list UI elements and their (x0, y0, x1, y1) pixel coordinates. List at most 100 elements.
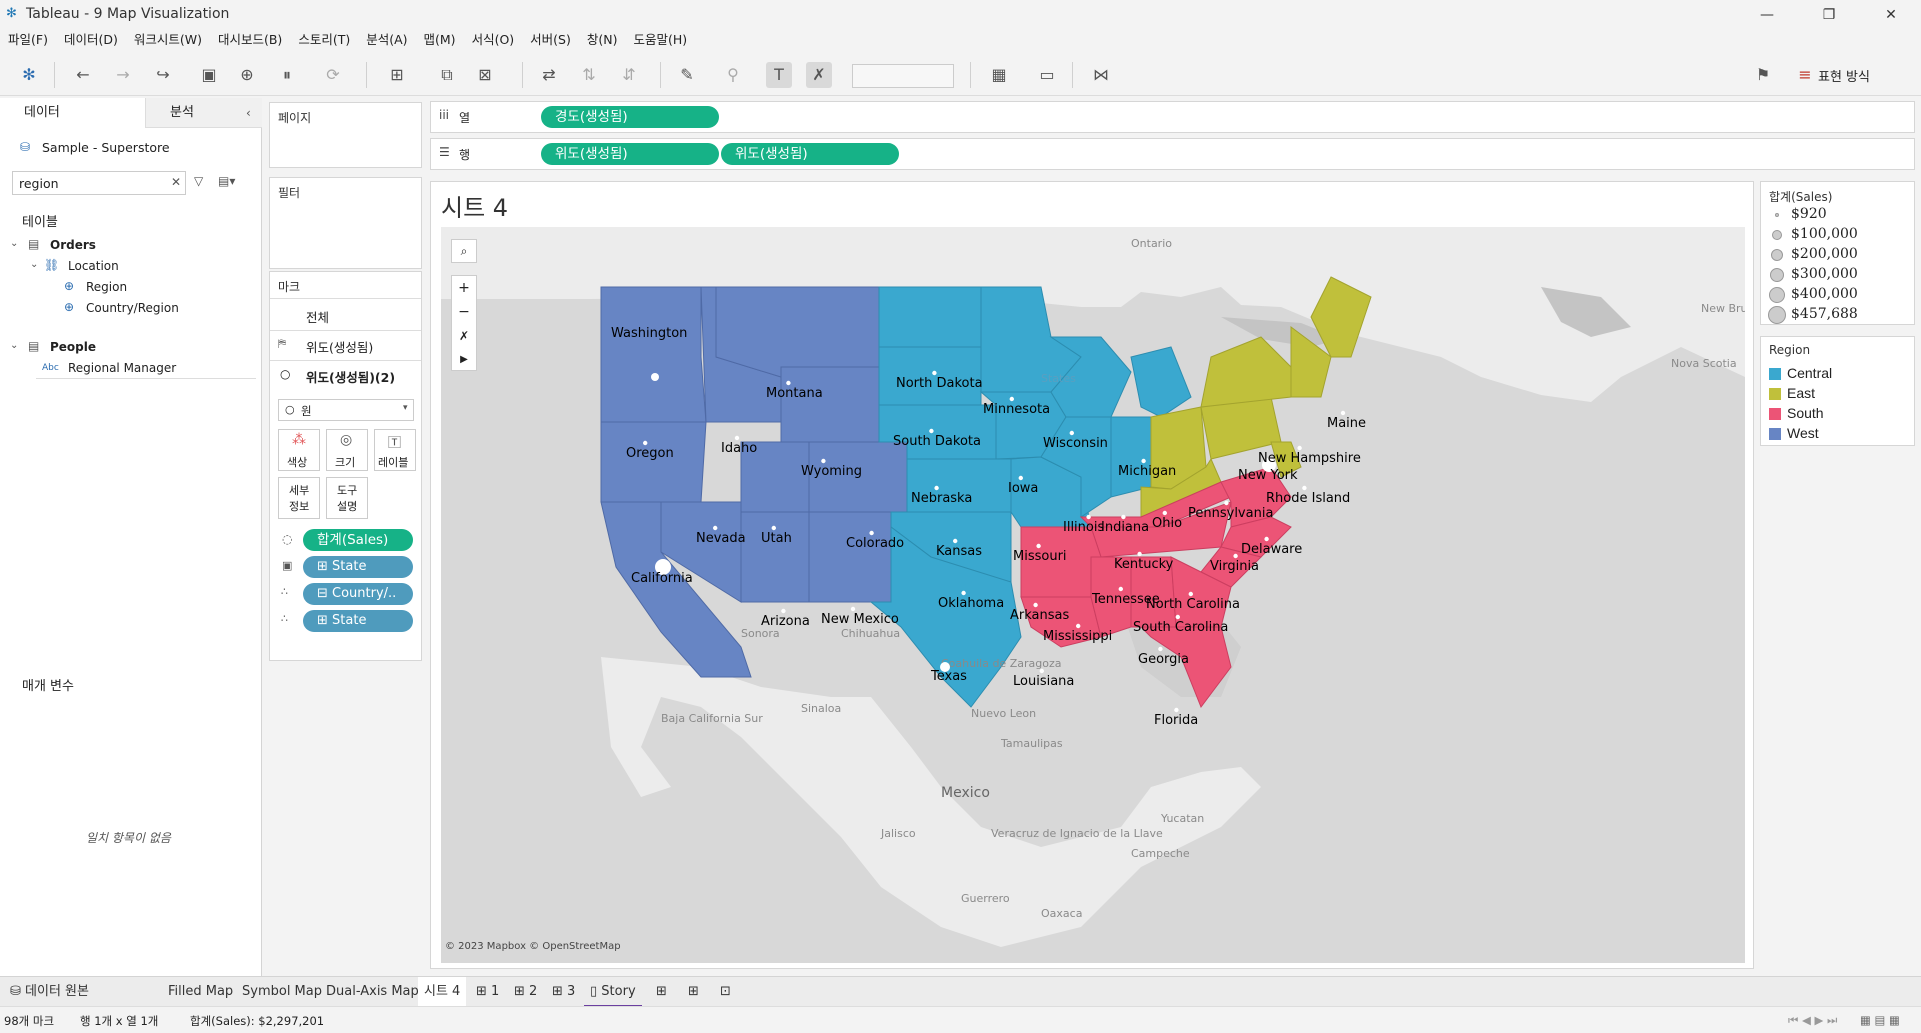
marks-lat2[interactable]: 위도(생성됨)(2) (306, 367, 395, 386)
fix-axes-icon[interactable]: ✗ (806, 62, 832, 88)
clear-search-icon[interactable]: ✕ (171, 175, 181, 189)
pill-state-label[interactable]: ⊞ State (303, 556, 413, 578)
collapse-pane-icon[interactable]: ‹ (246, 106, 251, 120)
pill-country[interactable]: ⊟ Country/.. (303, 583, 413, 605)
columns-pill-longitude[interactable]: 경도(생성됨) (541, 106, 719, 128)
save-icon[interactable]: ▣ (196, 62, 222, 88)
undo-icon[interactable]: ← (70, 62, 96, 88)
rows-pill-latitude-1[interactable]: 위도(생성됨) (541, 143, 719, 165)
new-dashboard-tab-icon[interactable]: ⊞ (682, 977, 705, 1007)
show-me-icon[interactable]: ≡ (1792, 62, 1818, 88)
marks-all[interactable]: 전체 (306, 307, 329, 326)
chevron-down-icon[interactable]: ⌄ (10, 238, 18, 249)
minimize-icon[interactable]: — (1752, 4, 1782, 26)
map-canvas[interactable]: Ontario New Brunswick Nova Scotia Baja C… (441, 227, 1745, 963)
nav-first-icon[interactable]: ⏮ ◀ ▶ ⏭ (1788, 1013, 1837, 1028)
duplicate-sheet-icon[interactable]: ⧉ (434, 62, 460, 88)
detail-button[interactable]: 세부 정보 (278, 477, 320, 519)
menu-window[interactable]: 창(N) (587, 30, 618, 50)
pill-sales[interactable]: 합계(Sales) (303, 529, 413, 551)
sort-descending-icon[interactable]: ⇵ (616, 62, 642, 88)
map-pan-icon[interactable]: ▶ (452, 348, 476, 372)
share-icon[interactable]: ⋈ (1088, 62, 1114, 88)
clear-sheet-icon[interactable]: ⊠ (472, 62, 498, 88)
tab-symbol-map[interactable]: Symbol Map (236, 977, 328, 1007)
marks-lat1[interactable]: 위도(생성됨) (306, 337, 373, 356)
color-button[interactable]: ⁂ 색상 (278, 429, 320, 471)
menu-help[interactable]: 도움말(H) (633, 30, 687, 50)
sales-circle (781, 608, 786, 614)
tree-people[interactable]: People (50, 340, 96, 354)
tree-location[interactable]: Location (68, 259, 119, 273)
tab-story[interactable]: ▯ Story (584, 977, 642, 1007)
menu-data[interactable]: 데이터(D) (64, 30, 118, 50)
tableau-home-icon[interactable]: ✻ (16, 62, 42, 88)
color-legend[interactable]: Region Central East South West (1760, 336, 1915, 446)
menu-format[interactable]: 서식(O) (472, 30, 515, 50)
replay-icon[interactable]: ↪ (150, 62, 176, 88)
show-labels-icon[interactable]: T (766, 62, 792, 88)
pin-icon[interactable]: ⚑ (1750, 62, 1776, 88)
tree-regional-manager[interactable]: Regional Manager (68, 361, 176, 375)
rows-pill-latitude-2[interactable]: 위도(생성됨) (721, 143, 899, 165)
view-options-icon[interactable]: ▤▾ (218, 174, 235, 188)
zoom-in-icon[interactable]: + (452, 276, 476, 300)
filters-card[interactable]: 필터 (269, 177, 422, 269)
chevron-down-icon[interactable]: ⌄ (10, 340, 18, 351)
label-button[interactable]: 🅃 레이블 (374, 429, 416, 471)
tab-dual-axis-map[interactable]: Dual-Axis Map (320, 977, 425, 1007)
fit-dropdown[interactable] (852, 64, 954, 88)
menu-map[interactable]: 맵(M) (424, 30, 456, 50)
tree-orders[interactable]: Orders (50, 238, 96, 252)
refresh-icon[interactable]: ⟳ (320, 62, 346, 88)
view-mode-icons[interactable]: ▦ ▤ ▦ (1860, 1013, 1900, 1027)
group-icon[interactable]: ⚲ (720, 62, 746, 88)
tab-data[interactable]: 데이터 (0, 98, 145, 128)
swap-icon[interactable]: ⇄ (536, 62, 562, 88)
new-story-tab-icon[interactable]: ⊡ (714, 977, 737, 1007)
chevron-down-icon[interactable]: ⌄ (30, 259, 38, 270)
rows-shelf[interactable]: ☰ 행 위도(생성됨) 위도(생성됨) (430, 138, 1915, 170)
tree-region[interactable]: Region (86, 280, 127, 294)
menu-story[interactable]: 스토리(T) (298, 30, 350, 50)
menu-server[interactable]: 서버(S) (530, 30, 571, 50)
tab-sheet-4[interactable]: 시트 4 (418, 977, 467, 1007)
search-input[interactable]: region (19, 176, 59, 191)
zoom-out-icon[interactable]: − (452, 300, 476, 324)
pages-card[interactable]: 페이지 (269, 102, 422, 168)
menu-analysis[interactable]: 분석(A) (366, 30, 407, 50)
show-me-label[interactable]: 표현 방식 (1818, 66, 1870, 85)
tab-filled-map[interactable]: Filled Map (162, 977, 239, 1007)
pill-state-detail[interactable]: ⊞ State (303, 610, 413, 632)
close-icon[interactable]: ✕ (1876, 4, 1906, 26)
new-datasource-icon[interactable]: ⊕ (234, 62, 260, 88)
menu-worksheet[interactable]: 워크시트(W) (134, 30, 202, 50)
filter-icon[interactable]: ▽ (194, 174, 203, 188)
new-worksheet-tab-icon[interactable]: ⊞ (650, 977, 673, 1007)
redo-icon[interactable]: → (110, 62, 136, 88)
highlight-icon[interactable]: ✎ (674, 62, 700, 88)
new-worksheet-icon[interactable]: ⊞ (384, 62, 410, 88)
menu-file[interactable]: 파일(F) (8, 30, 48, 50)
datasource-name[interactable]: Sample - Superstore (42, 140, 170, 155)
map-search-icon[interactable]: ⌕ (451, 239, 477, 263)
pause-update-icon[interactable]: ⏸ (274, 62, 300, 88)
presentation-icon[interactable]: ▭ (1034, 62, 1060, 88)
mark-type-dropdown[interactable]: ○ 원 ▾ (278, 399, 414, 421)
reset-map-icon[interactable]: ✗ (452, 324, 476, 348)
menu-dashboard[interactable]: 대시보드(B) (218, 30, 282, 50)
columns-shelf[interactable]: iii 열 경도(생성됨) (430, 101, 1915, 133)
tab-analysis[interactable]: 분석 (145, 98, 262, 128)
tab-dashboard-2[interactable]: ⊞ 2 (508, 977, 543, 1007)
tooltip-button[interactable]: 도구 설명 (326, 477, 368, 519)
tree-country-region[interactable]: Country/Region (86, 301, 179, 315)
tab-dashboard-3[interactable]: ⊞ 3 (546, 977, 581, 1007)
restore-icon[interactable]: ❐ (1814, 4, 1844, 26)
show-cards-icon[interactable]: ▦ (986, 62, 1012, 88)
search-field[interactable]: region ✕ (12, 171, 186, 195)
tab-datasource[interactable]: ⛁ 데이터 원본 (4, 977, 95, 1007)
size-button[interactable]: ◎ 크기 (326, 429, 368, 471)
sort-ascending-icon[interactable]: ⇅ (576, 62, 602, 88)
tab-dashboard-1[interactable]: ⊞ 1 (470, 977, 505, 1007)
size-legend[interactable]: 합계(Sales) $920 $100,000 $200,000 $300,000 $4… (1760, 181, 1915, 325)
